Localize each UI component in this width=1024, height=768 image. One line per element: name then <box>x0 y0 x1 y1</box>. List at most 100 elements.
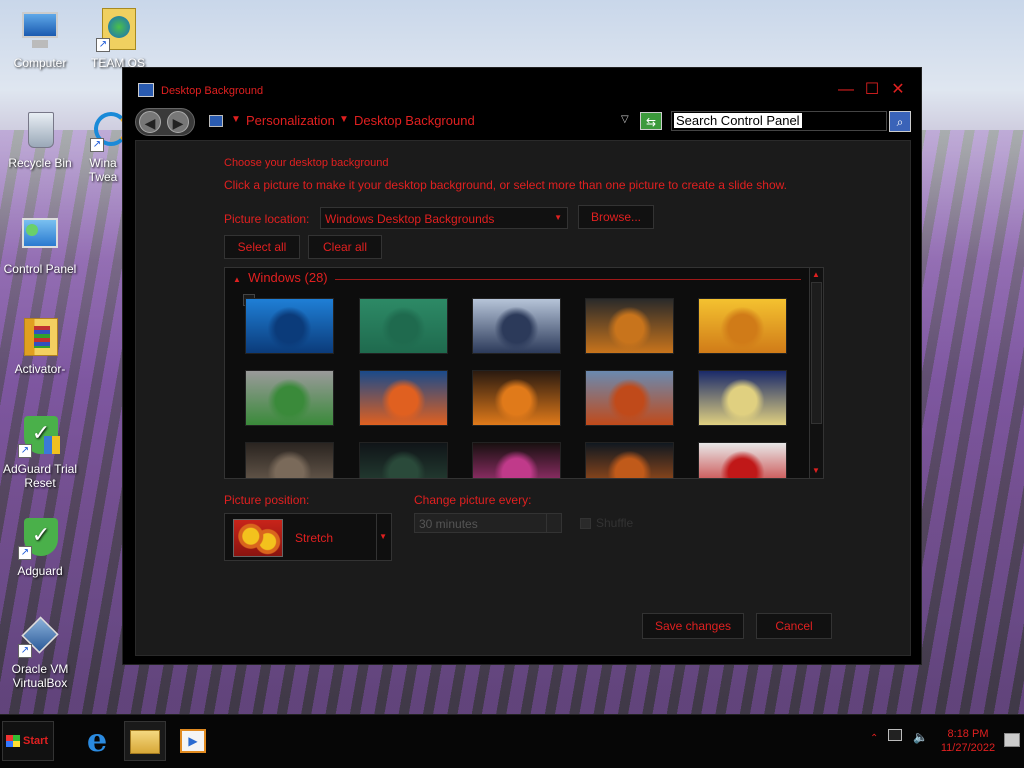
wallpaper-thumbnail-nuclear-explosions-since-1945[interactable] <box>359 442 448 478</box>
select-all-button[interactable]: Select all <box>224 235 300 259</box>
refresh-icon: ⇆ <box>645 115 657 129</box>
show-hidden-icons-icon[interactable]: ⌃ <box>870 733 878 744</box>
chevron-down-icon: ▼ <box>554 213 562 222</box>
clock-time: 8:18 PM <box>947 728 989 740</box>
close-button[interactable]: ✕ <box>887 80 909 102</box>
scroll-up-icon[interactable]: ▲ <box>812 270 820 279</box>
collapse-icon: ▲ <box>233 275 241 284</box>
cancel-button[interactable]: Cancel <box>756 613 832 639</box>
picture-location-label: Picture location: <box>224 212 310 226</box>
page-title: Choose your desktop background <box>224 157 389 169</box>
internet-explorer-icon: e <box>86 721 108 759</box>
wallpaper-thumbnail-ocean-explosion[interactable] <box>585 442 674 478</box>
taskbar-internet-explorer[interactable]: e <box>76 721 118 761</box>
wallpaper-thumbnail-night-mushroom-cloud[interactable] <box>698 370 787 426</box>
shortcut-arrow-icon: ↗ <box>18 444 32 458</box>
position-preview-image <box>233 519 283 557</box>
address-bar: ◀ ▶ ▼ Personalization ▼ Desktop Backgrou… <box>135 108 913 136</box>
change-picture-label: Change picture every: <box>414 493 532 507</box>
desktop-icon-team-os[interactable]: ↗ TEAM OS <box>78 8 158 70</box>
maximize-button[interactable]: ☐ <box>861 80 883 102</box>
wallpaper-thumbnail-red-abstract[interactable] <box>698 442 787 478</box>
wallpaper-thumbnail-green-skull-wallpaper[interactable] <box>359 298 448 354</box>
adguard-icon: ✓ ↗ <box>18 516 62 560</box>
change-interval-value: 30 minutes <box>419 517 478 531</box>
breadcrumb-arrow-icon[interactable]: ▼ <box>231 114 241 125</box>
shortcut-arrow-icon: ↗ <box>18 644 32 658</box>
gallery-scrollbar[interactable]: ▲ ▼ <box>809 268 823 478</box>
breadcrumb-desktop-background[interactable]: Desktop Background <box>354 113 475 128</box>
clear-all-button[interactable]: Clear all <box>308 235 382 259</box>
wallpaper-thumbnail-dark-mushroom-cloud[interactable] <box>245 442 334 478</box>
windows-flag-icon-lower <box>6 741 20 747</box>
start-label: Start <box>23 735 49 747</box>
clock-date: 11/27/2022 <box>940 742 996 754</box>
computer-icon <box>18 8 62 52</box>
system-clock[interactable]: 8:18 PM 11/27/2022 <box>940 727 996 755</box>
browse-button[interactable]: Browse... <box>578 205 654 229</box>
desktop-icon-activator[interactable]: Activator- <box>0 314 80 376</box>
divider <box>376 514 377 560</box>
control-panel-icon <box>209 115 223 127</box>
wallpaper-thumbnail-yellow-mushroom-cloud[interactable] <box>698 298 787 354</box>
volume-muted-icon[interactable]: 🔈 <box>913 730 928 744</box>
desktop-icon-adguard-trial-reset[interactable]: ✓ ↗ AdGuard Trial Reset <box>0 414 80 490</box>
breadcrumb-arrow-icon[interactable]: ▼ <box>339 114 349 125</box>
desktop-icon-computer[interactable]: Computer <box>0 8 80 70</box>
desktop-icon-virtualbox[interactable]: ↗ Oracle VM VirtualBox <box>0 614 80 690</box>
back-button[interactable]: ◀ <box>139 111 161 133</box>
breadcrumb-personalization[interactable]: Personalization <box>246 113 335 128</box>
desktop-icon-adguard[interactable]: ✓ ↗ Adguard <box>0 516 80 578</box>
group-header-windows[interactable]: ▲ Windows (28) <box>233 270 328 285</box>
wallpaper-thumbnail-earth-explosion[interactable] <box>359 370 448 426</box>
search-icon: ⌕ <box>896 115 904 129</box>
desktop-background-window: Desktop Background — ☐ ✕ ◀ ▶ ▼ Personali… <box>122 67 922 665</box>
taskbar: Start e ▶ ⌃ 🔈 8:18 PM 11/27/2022 <box>0 714 1024 768</box>
search-input[interactable]: Search Control Panel <box>671 111 887 131</box>
virtualbox-icon: ↗ <box>18 614 62 658</box>
show-desktop-button[interactable] <box>1004 733 1020 747</box>
divider <box>546 514 547 532</box>
search-button[interactable]: ⌕ <box>889 111 911 132</box>
wallpaper-thumbnail-rainbow-explosion[interactable] <box>472 442 561 478</box>
search-placeholder: Search Control Panel <box>674 113 802 128</box>
wallpaper-thumbnail-orange-mushroom-cloud[interactable] <box>472 370 561 426</box>
desktop-icon-recycle-bin[interactable]: Recycle Bin <box>0 108 80 170</box>
scrollbar-thumb[interactable] <box>811 282 822 424</box>
shuffle-checkbox[interactable] <box>580 518 591 529</box>
wallpaper-thumbnail-mushroom-cloud-blue[interactable] <box>472 298 561 354</box>
taskbar-file-explorer[interactable] <box>124 721 166 761</box>
wallpaper-thumbnail-hallo-skull-explosion[interactable] <box>585 298 674 354</box>
scroll-down-icon[interactable]: ▼ <box>812 466 820 475</box>
media-player-icon: ▶ <box>180 729 206 753</box>
minimize-button[interactable]: — <box>835 80 857 102</box>
picture-location-select[interactable]: Windows Desktop Backgrounds ▼ <box>320 207 568 229</box>
group-divider <box>335 279 801 280</box>
page-description: Click a picture to make it your desktop … <box>224 178 787 192</box>
wallpaper-thumbnail-windows-logo-wallpaper[interactable] <box>245 298 334 354</box>
system-tray: ⌃ 🔈 <box>870 729 928 744</box>
recycle-bin-icon <box>18 108 62 152</box>
wallpaper-thumbnail-mushroom-cloud-sky[interactable] <box>585 370 674 426</box>
wallpaper-thumbnail-green-skull-tree[interactable] <box>245 370 334 426</box>
desktop-icon-control-panel[interactable]: Control Panel <box>0 214 80 276</box>
team-os-icon: ↗ <box>96 8 140 52</box>
control-panel-icon <box>18 214 62 258</box>
picture-location-value: Windows Desktop Backgrounds <box>325 212 495 226</box>
window-title: Desktop Background <box>161 85 264 97</box>
picture-position-label: Picture position: <box>224 493 310 507</box>
forward-button[interactable]: ▶ <box>167 111 189 133</box>
taskbar-media-player[interactable]: ▶ <box>172 721 214 761</box>
change-interval-select[interactable]: 30 minutes <box>414 513 562 533</box>
refresh-button[interactable]: ⇆ <box>640 112 662 130</box>
title-bar[interactable]: Desktop Background — ☐ ✕ <box>123 68 921 108</box>
shuffle-label: Shuffle <box>596 516 634 530</box>
network-icon[interactable] <box>887 729 902 741</box>
picture-position-value: Stretch <box>295 531 334 545</box>
save-changes-button[interactable]: Save changes <box>642 613 744 639</box>
control-panel-icon <box>138 83 154 97</box>
history-dropdown-icon[interactable]: ▽ <box>621 114 629 125</box>
start-button[interactable]: Start <box>2 721 54 761</box>
picture-position-select[interactable]: Stretch ▼ <box>224 513 392 561</box>
desktop-icon-winaero-tweaker[interactable]: ↗ Wina Twea <box>78 108 128 184</box>
